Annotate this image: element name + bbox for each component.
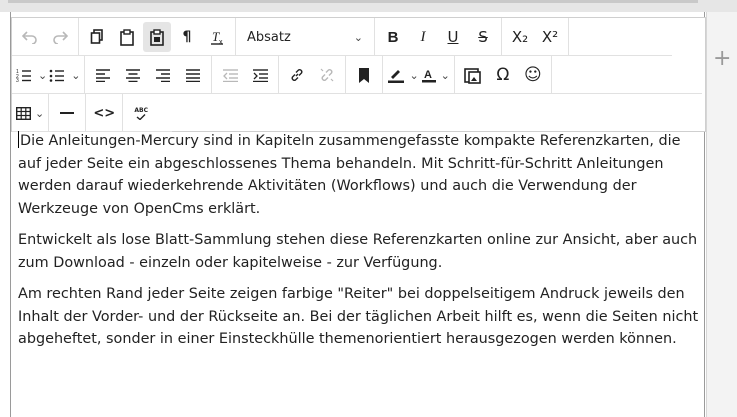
- unlink-icon[interactable]: [313, 60, 341, 90]
- code-group: <>: [86, 94, 124, 132]
- copy-icon[interactable]: [83, 22, 111, 52]
- insert-group-a: [346, 56, 384, 94]
- link-group: [279, 56, 347, 94]
- editor-content[interactable]: Die Anleitungen-Mercury sind in Kapiteln…: [18, 130, 702, 360]
- chevron-down-icon: ⌄: [35, 106, 45, 120]
- align-group: [85, 56, 213, 94]
- paragraph-text: Die Anleitungen-Mercury sind in Kapiteln…: [18, 133, 681, 217]
- text-cursor: [18, 131, 19, 148]
- align-left-icon[interactable]: [89, 60, 117, 90]
- remove-format-icon[interactable]: Tx: [203, 22, 231, 52]
- history-group: [12, 18, 79, 56]
- add-element-icon[interactable]: +: [713, 48, 731, 70]
- undo-icon[interactable]: [16, 22, 44, 52]
- align-justify-icon[interactable]: [179, 60, 207, 90]
- rich-text-editor: ¶ Tx Absatz ⌄ B I U S X₂ X² 1 2 3 ⌄ ⌄ ⌄ …: [10, 12, 706, 417]
- script-group: X₂ X²: [502, 18, 569, 56]
- text-style-group: B I U S: [375, 18, 502, 56]
- chevron-down-icon: ⌄: [71, 68, 81, 82]
- spellcheck-label: ABC: [134, 106, 149, 114]
- indent-icon[interactable]: [246, 60, 274, 90]
- table-group: ⌄: [12, 94, 50, 132]
- spellcheck-icon[interactable]: ABC: [127, 98, 155, 128]
- underline-button[interactable]: U: [439, 22, 467, 52]
- superscript-button[interactable]: X²: [536, 22, 564, 52]
- insert-image-icon[interactable]: [459, 60, 487, 90]
- block-format-select[interactable]: Absatz ⌄: [239, 22, 371, 52]
- chevron-down-icon: ⌄: [440, 68, 450, 82]
- paste-text-icon[interactable]: [143, 22, 171, 52]
- hr-group: [49, 94, 87, 132]
- text-color-icon[interactable]: A ⌄: [421, 60, 450, 90]
- window-top-strip: [0, 0, 737, 12]
- svg-text:A: A: [424, 69, 432, 81]
- source-code-icon[interactable]: <>: [90, 98, 118, 128]
- insert-group-b: Ω ☺: [455, 56, 552, 94]
- special-character-icon[interactable]: Ω: [489, 60, 517, 90]
- horizontal-line-icon[interactable]: [53, 98, 81, 128]
- bold-button[interactable]: B: [379, 22, 407, 52]
- highlight-color-icon[interactable]: ⌄: [387, 60, 419, 90]
- italic-button[interactable]: I: [409, 22, 437, 52]
- block-format-value: Absatz: [247, 29, 291, 45]
- format-group: Absatz ⌄: [236, 18, 375, 56]
- paste-icon[interactable]: [113, 22, 141, 52]
- color-group: ⌄ A ⌄: [383, 56, 455, 94]
- numbered-list-icon[interactable]: 123 ⌄: [16, 60, 47, 90]
- editor-toolbar: ¶ Tx Absatz ⌄ B I U S X₂ X² 1 2 3 ⌄ ⌄ ⌄ …: [11, 17, 706, 132]
- right-gutter: [706, 12, 737, 417]
- spellcheck-group: ABC: [123, 94, 159, 132]
- list-group: 123 ⌄ ⌄: [12, 56, 86, 94]
- indent-group: [212, 56, 280, 94]
- strikethrough-button[interactable]: S: [469, 22, 497, 52]
- content-paragraph-1: Die Anleitungen-Mercury sind in Kapiteln…: [18, 130, 702, 220]
- chevron-down-icon: ⌄: [38, 68, 48, 82]
- toolbar-row-3: ⌄ <> ABC: [12, 94, 172, 132]
- svg-text:x: x: [219, 39, 223, 45]
- svg-text:3: 3: [16, 78, 19, 82]
- clipboard-group: ¶ Tx: [79, 18, 236, 56]
- table-icon[interactable]: ⌄: [16, 98, 44, 128]
- outdent-icon[interactable]: [216, 60, 244, 90]
- chevron-down-icon: ⌄: [353, 30, 363, 44]
- bookmark-icon[interactable]: [350, 60, 378, 90]
- chevron-down-icon: ⌄: [409, 68, 419, 82]
- toolbar-row-1: ¶ Tx Absatz ⌄ B I U S X₂ X²: [12, 18, 672, 56]
- toolbar-row-2: 123 ⌄ ⌄ ⌄ A ⌄ Ω ☺: [12, 56, 702, 94]
- align-center-icon[interactable]: [119, 60, 147, 90]
- link-icon[interactable]: [283, 60, 311, 90]
- content-paragraph-3: Am rechten Rand jeder Seite zeigen farbi…: [18, 286, 699, 347]
- redo-icon[interactable]: [46, 22, 74, 52]
- top-accent-bar: [8, 0, 698, 3]
- subscript-button[interactable]: X₂: [506, 22, 534, 52]
- bullet-list-icon[interactable]: ⌄: [49, 60, 80, 90]
- align-right-icon[interactable]: [149, 60, 177, 90]
- emoji-icon[interactable]: ☺: [519, 60, 547, 90]
- paragraph-marks-icon[interactable]: ¶: [173, 22, 201, 52]
- content-paragraph-2: Entwickelt als lose Blatt-Sammlung stehe…: [18, 232, 698, 271]
